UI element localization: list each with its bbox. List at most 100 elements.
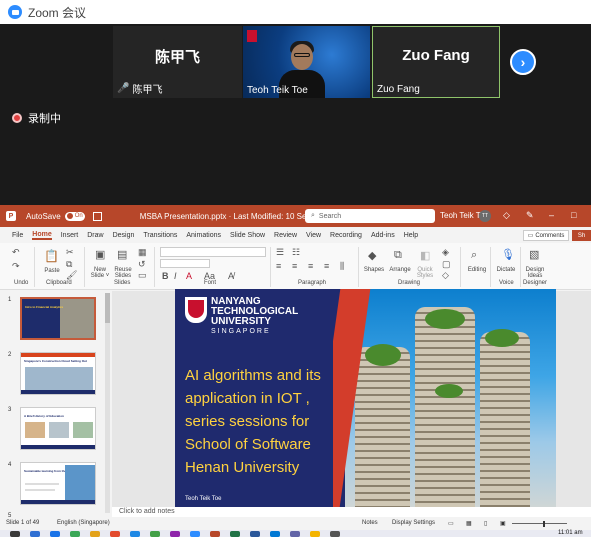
shape-fill-icon[interactable]: ◈ <box>442 247 449 258</box>
participant-tile-1[interactable]: 陈甲飞 🎤 陈甲飞 <box>113 26 242 98</box>
maximize-icon[interactable]: □ <box>571 210 576 220</box>
participant-tile-3[interactable]: Zuo Fang Zuo Fang <box>372 26 500 98</box>
align-center-icon[interactable]: ≡ <box>292 261 297 271</box>
app-taskbar-icon[interactable] <box>170 531 180 537</box>
tab-review[interactable]: Review <box>274 232 297 239</box>
app-taskbar-icon[interactable] <box>50 531 60 537</box>
tab-view[interactable]: View <box>306 232 321 239</box>
shape-effects-icon[interactable]: ◇ <box>442 270 449 281</box>
bold-icon[interactable]: B <box>162 271 169 281</box>
justify-icon[interactable]: ≡ <box>324 261 329 271</box>
minimize-icon[interactable]: – <box>549 210 554 220</box>
font-family-select[interactable] <box>160 247 266 257</box>
tab-add-ins[interactable]: Add-ins <box>371 232 395 239</box>
tab-draw[interactable]: Draw <box>87 232 103 239</box>
redo-icon[interactable]: ↷ <box>12 261 20 272</box>
paste-button[interactable]: Paste <box>40 268 64 274</box>
tab-recording[interactable]: Recording <box>330 232 362 239</box>
reading-view-icon[interactable]: ▯ <box>484 520 487 527</box>
tab-slide-show[interactable]: Slide Show <box>230 232 265 239</box>
slide-thumbnail-2[interactable]: Singapore's Construction Cloud Setting O… <box>20 352 96 395</box>
zoom-slider-knob[interactable] <box>543 521 545 527</box>
tab-insert[interactable]: Insert <box>61 232 79 239</box>
new-slide-icon[interactable]: ▣ <box>95 248 105 261</box>
next-page-button[interactable]: › <box>510 49 536 75</box>
tab-design[interactable]: Design <box>113 232 135 239</box>
section-icon[interactable]: ▭ <box>138 270 147 281</box>
tab-home[interactable]: Home <box>32 231 52 240</box>
language-indicator[interactable]: English (Singapore) <box>57 520 110 526</box>
quick-styles-icon[interactable]: ◧ <box>420 249 430 262</box>
columns-icon[interactable]: ⫼ <box>340 261 344 272</box>
participant-tile-2[interactable]: Teoh Teik Toe <box>243 26 370 98</box>
teams-taskbar-icon[interactable] <box>290 531 300 537</box>
design-ideas-button[interactable]: Design Ideas <box>522 267 548 279</box>
notes-button[interactable]: Notes <box>362 520 378 526</box>
zoom-taskbar-icon[interactable] <box>190 531 200 537</box>
slide-thumbnail-1[interactable]: Intro to Financial Analytics <box>20 297 96 340</box>
tab-transitions[interactable]: Transitions <box>143 232 177 239</box>
find-icon[interactable]: ⌕ <box>471 249 477 262</box>
save-icon[interactable] <box>92 211 102 221</box>
dictate-button[interactable]: Dictate <box>494 267 518 273</box>
copy-icon[interactable]: ⧉ <box>66 259 72 270</box>
design-ideas-icon[interactable]: ▧ <box>529 248 539 261</box>
editing-button[interactable]: Editing <box>465 267 489 273</box>
tab-animations[interactable]: Animations <box>186 232 221 239</box>
app-taskbar-icon[interactable] <box>110 531 120 537</box>
normal-view-icon[interactable]: ▭ <box>448 520 454 527</box>
font-size-select[interactable] <box>160 259 210 268</box>
edge-taskbar-icon[interactable] <box>270 531 280 537</box>
quick-styles-button[interactable]: Quick Styles <box>412 267 438 279</box>
numbering-icon[interactable]: ☷ <box>292 247 300 258</box>
app-taskbar-icon[interactable] <box>130 531 140 537</box>
arrange-button[interactable]: Arrange <box>388 267 412 273</box>
app-taskbar-icon[interactable] <box>30 531 40 537</box>
app-taskbar-icon[interactable] <box>150 531 160 537</box>
pen-icon[interactable]: ✎ <box>526 210 534 221</box>
display-settings-button[interactable]: Display Settings <box>392 520 435 526</box>
paste-icon[interactable]: 📋 <box>44 249 59 263</box>
shape-outline-icon[interactable]: ▢ <box>442 259 451 270</box>
new-slide-button[interactable]: New Slide ˅ <box>88 267 112 279</box>
search-input[interactable]: ⌕ Search <box>305 209 435 223</box>
tab-help[interactable]: Help <box>404 232 418 239</box>
slide-thumbnail-3[interactable]: A Brief History of Education <box>20 407 96 450</box>
notes-pane[interactable]: Click to add notes <box>112 507 591 517</box>
share-button[interactable]: Sh <box>572 230 591 241</box>
diamond-icon[interactable]: ◇ <box>503 210 510 221</box>
undo-icon[interactable]: ↶ <box>12 247 20 258</box>
search-taskbar-icon[interactable] <box>10 531 20 537</box>
tab-file[interactable]: File <box>12 232 23 239</box>
slide-thumbnail-4[interactable]: Sustainable learning from the Hive's Sto… <box>20 462 96 505</box>
comments-button[interactable]: ▭ Comments <box>523 230 569 241</box>
slide-sorter-icon[interactable]: ▦ <box>466 520 472 527</box>
reset-icon[interactable]: ↺ <box>138 259 146 270</box>
avatar[interactable]: TT <box>479 210 491 222</box>
slideshow-icon[interactable]: ▣ <box>500 520 506 527</box>
reuse-slides-icon[interactable]: ▤ <box>117 248 127 261</box>
word-taskbar-icon[interactable] <box>250 531 260 537</box>
layout-icon[interactable]: ▦ <box>138 247 147 258</box>
powerpoint-taskbar-icon[interactable] <box>210 531 220 537</box>
clear-format-icon[interactable]: A̸ <box>228 271 234 281</box>
clock[interactable]: 11:01 am <box>558 530 583 536</box>
thumbnail-scrollbar[interactable] <box>105 293 110 513</box>
shapes-button[interactable]: Shapes <box>362 267 386 273</box>
app-taskbar-icon[interactable] <box>70 531 80 537</box>
autosave-toggle[interactable]: AutoSave On <box>26 211 85 221</box>
current-slide[interactable]: NANYANG TECHNOLOGICAL UNIVERSITY SINGAPO… <box>175 289 556 507</box>
align-right-icon[interactable]: ≡ <box>308 261 313 271</box>
bullets-icon[interactable]: ☰ <box>276 247 284 258</box>
shapes-icon[interactable]: ◆ <box>368 249 376 262</box>
scrollbar-thumb[interactable] <box>105 293 110 323</box>
zoom-slider[interactable] <box>512 523 567 524</box>
microphone-icon[interactable]: 🎙 <box>501 248 515 261</box>
recording-indicator[interactable]: 录制中 <box>12 110 61 126</box>
font-color-icon[interactable]: A <box>186 271 192 281</box>
cut-icon[interactable]: ✂ <box>66 247 74 258</box>
reuse-slides-button[interactable]: Reuse Slides <box>110 267 136 279</box>
italic-icon[interactable]: I <box>174 271 177 281</box>
arrange-icon[interactable]: ⧉ <box>394 249 402 262</box>
excel-taskbar-icon[interactable] <box>230 531 240 537</box>
